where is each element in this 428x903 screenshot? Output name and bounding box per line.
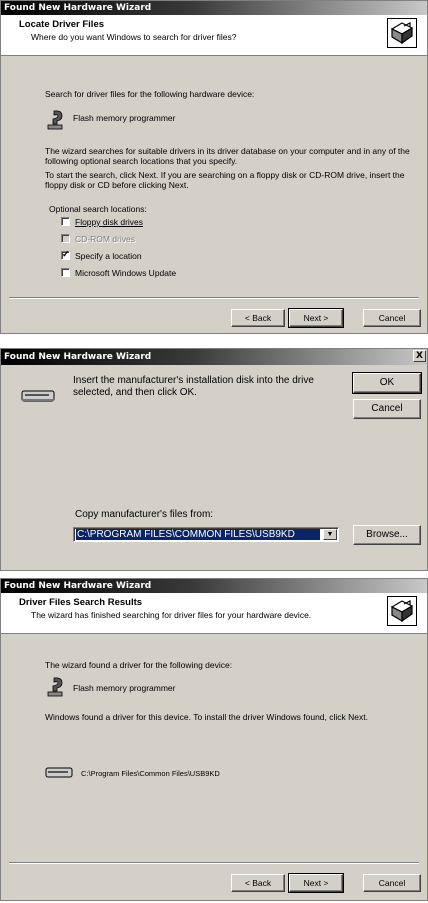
separator <box>9 297 419 299</box>
header-title: Locate Driver Files <box>19 19 105 30</box>
option-label: CD-ROM drives <box>75 234 135 244</box>
wizard-locate-driver-files: Found New Hardware Wizard Locate Driver … <box>0 0 428 334</box>
ok-button[interactable]: OK <box>352 372 422 394</box>
cancel-button[interactable]: Cancel <box>363 309 421 327</box>
header-title: Driver Files Search Results <box>19 597 143 608</box>
window-title: Found New Hardware Wizard <box>1 579 427 593</box>
cancel-button[interactable]: Cancel <box>363 874 421 892</box>
close-icon[interactable]: X <box>413 350 426 362</box>
dialog-title-text: Found New Hardware Wizard <box>4 352 152 362</box>
checkbox[interactable] <box>61 234 70 243</box>
chevron-down-icon[interactable]: ▼ <box>323 529 337 540</box>
back-button[interactable]: < Back <box>231 874 285 892</box>
dialog-title: Found New Hardware Wizard X <box>1 349 427 365</box>
device-name: Flash memory programmer <box>73 113 176 123</box>
copy-files-label: Copy manufacturer's files from: <box>75 509 214 520</box>
browse-button[interactable]: Browse... <box>353 525 421 545</box>
option-windows-update[interactable]: Microsoft Windows Update <box>61 268 176 279</box>
separator <box>9 862 419 864</box>
option-label: Specify a location <box>75 251 142 261</box>
copy-path-combobox[interactable]: C:\PROGRAM FILES\COMMON FILES\USB9KD ▼ <box>73 527 339 542</box>
next-button[interactable]: Next > <box>288 308 344 328</box>
back-button[interactable]: < Back <box>231 309 285 327</box>
search-for-text: Search for driver files for the followin… <box>45 89 255 99</box>
description-paragraph-2: To start the search, click Next. If you … <box>45 170 405 190</box>
device-icon <box>45 109 67 130</box>
found-device-text: The wizard found a driver for the follow… <box>45 660 233 670</box>
device-icon <box>45 676 67 697</box>
optional-locations-label: Optional search locations: <box>49 204 147 214</box>
option-label: Microsoft Windows Update <box>75 268 177 278</box>
device-name: Flash memory programmer <box>73 683 176 693</box>
wizard-search-results: Found New Hardware Wizard Driver Files S… <box>0 578 428 901</box>
wizard-header: Driver Files Search Results The wizard h… <box>1 593 427 634</box>
driver-path: C:\Program Files\Common Files\USB9KD <box>81 769 220 778</box>
header-subtitle: Where do you want Windows to search for … <box>31 32 237 42</box>
description-paragraph-1: The wizard searches for suitable drivers… <box>45 146 410 166</box>
checkbox[interactable] <box>61 268 70 277</box>
hardware-wizard-icon <box>387 18 417 48</box>
next-button[interactable]: Next > <box>288 873 344 893</box>
option-specify-location[interactable]: Specify a location <box>61 249 142 262</box>
insert-disk-dialog: Found New Hardware Wizard X Insert the m… <box>0 348 428 571</box>
dialog-cancel-button[interactable]: Cancel <box>353 399 421 419</box>
path-value: C:\PROGRAM FILES\COMMON FILES\USB9KD <box>76 529 320 540</box>
header-subtitle: The wizard has finished searching for dr… <box>31 610 312 620</box>
option-cd-rom-drives[interactable]: CD-ROM drives <box>61 234 135 245</box>
checkbox[interactable] <box>61 217 70 226</box>
option-label: Floppy disk drives <box>75 217 144 227</box>
checkbox[interactable] <box>61 249 70 260</box>
disk-drive-icon <box>21 389 57 403</box>
dialog-message: Insert the manufacturer's installation d… <box>73 375 314 398</box>
hardware-wizard-icon <box>387 596 417 626</box>
driver-file-icon <box>45 767 75 779</box>
wizard-header: Locate Driver Files Where do you want Wi… <box>1 15 427 56</box>
window-title: Found New Hardware Wizard <box>1 1 427 15</box>
option-floppy-disk-drives[interactable]: Floppy disk drives <box>61 217 143 228</box>
found-driver-text: Windows found a driver for this device. … <box>45 712 368 722</box>
